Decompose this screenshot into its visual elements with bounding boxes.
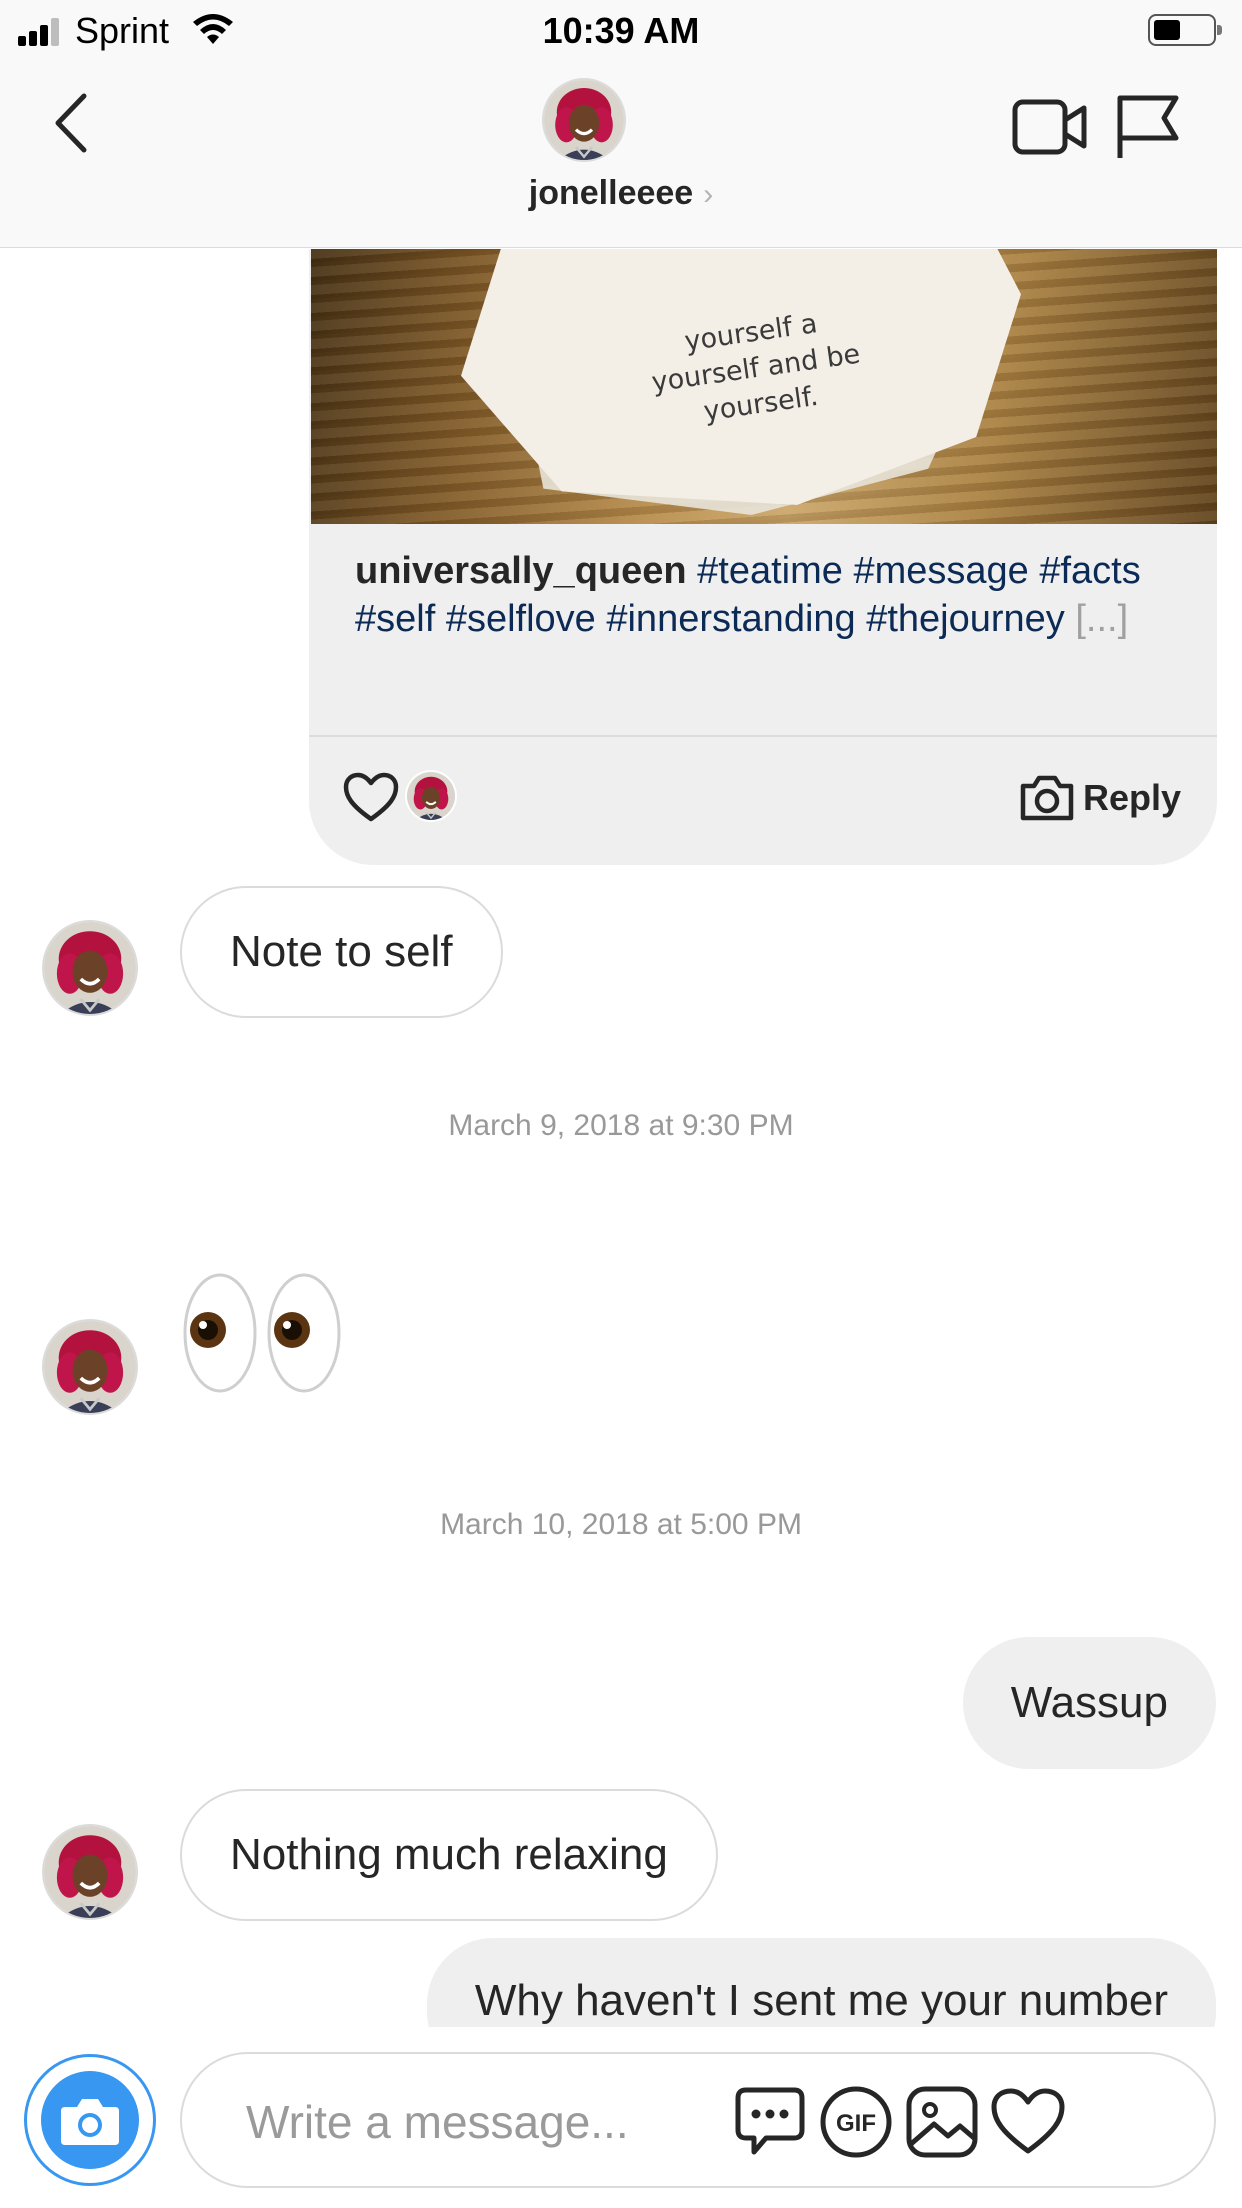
header-avatar[interactable] [542,78,626,162]
video-call-icon[interactable] [1012,96,1088,158]
post-author[interactable]: universally_queen [355,550,687,592]
chevron-right-icon: › [703,178,714,211]
message-input-container: GIF [180,2052,1216,2188]
camera-icon [61,2099,119,2145]
message-thread[interactable]: yourself a yourself and be yourself. uni… [0,249,1242,2027]
message-bubble-outgoing[interactable]: Why haven't I sent me your number [426,1938,1216,2027]
timestamp: March 10, 2018 at 5:00 PM [440,1508,802,1541]
camera-button[interactable] [24,2054,156,2186]
svg-text:GIF: GIF [836,2110,876,2137]
back-arrow-icon[interactable] [46,90,96,156]
username-label: jonelleeee [528,174,694,212]
shared-post-image[interactable]: yourself a yourself and be yourself. [311,249,1217,524]
status-time: 10:39 AM [542,10,700,51]
post-more: [...] [1075,598,1129,640]
divider [309,735,1217,737]
eyes-emoji-icon[interactable] [180,1268,350,1398]
flag-info-icon[interactable] [1114,94,1180,160]
message-input[interactable] [246,2082,686,2162]
reply-button[interactable]: Reply [1019,771,1181,825]
message-composer: GIF [0,2027,1242,2208]
camera-icon [1020,775,1074,821]
battery-icon [1148,14,1222,46]
header-username[interactable]: jonelleeee › [0,174,1242,213]
gallery-image-icon[interactable] [900,2080,984,2164]
reply-label: Reply [1082,777,1181,818]
heart-icon[interactable] [343,772,399,824]
gif-icon[interactable]: GIF [814,2080,898,2164]
status-bar: Sprint 10:39 AM [0,0,1242,62]
message-bubble-incoming[interactable]: Note to self [180,886,503,1018]
sender-avatar[interactable] [42,1824,138,1920]
heart-icon[interactable] [986,2080,1070,2164]
post-caption: universally_queen #teatime #message #fac… [355,547,1185,643]
message-bubble-outgoing[interactable]: Wassup [962,1637,1216,1769]
conversation-header: jonelleeee › [0,62,1242,248]
sender-avatar[interactable] [42,1319,138,1415]
chat-bubble-icon[interactable] [728,2080,812,2164]
liker-avatar [405,770,457,822]
timestamp: March 9, 2018 at 9:30 PM [448,1109,794,1142]
shared-post-card[interactable]: yourself a yourself and be yourself. uni… [309,249,1217,865]
sender-avatar[interactable] [42,920,138,1016]
message-bubble-incoming[interactable]: Nothing much relaxing [180,1789,718,1921]
